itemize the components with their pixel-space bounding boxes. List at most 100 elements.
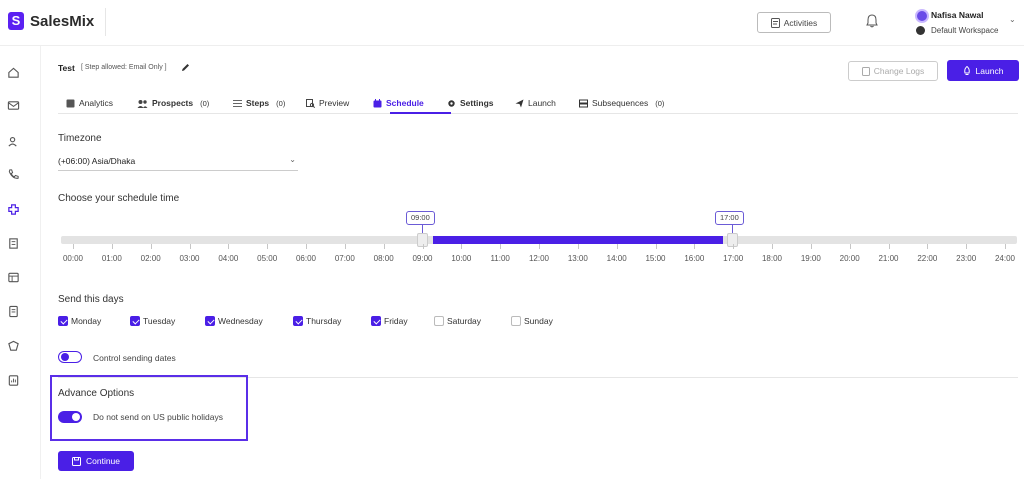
day-checkbox-monday[interactable]: Monday [58,316,101,326]
activities-icon [770,17,780,28]
checkbox[interactable] [511,316,521,326]
gear-icon [448,99,455,107]
list-icon [233,99,242,107]
end-time-tooltip: 17:00 [715,211,744,225]
day-checkbox-friday[interactable]: Friday [371,316,408,326]
hour-tick [733,244,735,249]
tab-schedule[interactable]: Schedule [373,96,424,110]
reports-icon[interactable] [6,373,20,387]
schedule-time-slider[interactable]: 09:00 17:00 [61,211,1017,247]
checkbox[interactable] [58,316,68,326]
logo-mark-icon: S [8,12,24,30]
divider [105,8,106,36]
timezone-value: (+06:00) Asia/Dhaka [58,156,136,166]
tab-settings[interactable]: Settings [447,96,494,110]
hour-tick [150,244,152,249]
user-name: Nafisa Nawal [931,10,984,20]
timezone-label: Timezone [58,133,102,144]
day-checkbox-saturday[interactable]: Saturday [434,316,481,326]
hour-label: 15:00 [645,254,666,263]
timezone-select[interactable]: (+06:00) Asia/Dhaka ⌄ [58,153,298,171]
integrations-icon[interactable] [6,202,20,216]
day-checkbox-thursday[interactable]: Thursday [293,316,341,326]
building-icon[interactable] [6,236,20,250]
app-logo[interactable]: S SalesMix [8,12,94,30]
hour-tick [422,244,424,249]
tab-label: Preview [319,98,350,108]
activities-button[interactable]: Activities [757,12,831,33]
stack-icon [579,99,588,107]
hour-label: 21:00 [878,254,899,263]
checkbox[interactable] [371,316,381,326]
change-logs-label: Change Logs [873,66,925,76]
hour-labels: 00:00 01:00 02:00 03:00 04:00 05:00 06:00 07:00… [61,254,1017,266]
checkbox[interactable] [130,316,140,326]
hour-tick [577,244,579,249]
tab-prospects[interactable]: Prospects (0) [137,96,209,110]
hour-tick [849,244,851,249]
rocket-icon [963,65,970,75]
hour-tick [694,244,696,249]
day-label: Saturday [447,316,482,326]
hour-label: 19:00 [800,254,821,263]
tab-count: (0) [276,98,286,108]
checkbox[interactable] [434,316,444,326]
hour-label: 14:00 [606,254,627,263]
home-icon[interactable] [6,65,20,79]
continue-label: Continue [85,456,121,466]
hour-tick [111,244,113,249]
hour-tick [966,244,968,249]
contacts-icon[interactable] [6,134,20,148]
hour-label: 06:00 [295,254,317,263]
control-dates-toggle[interactable] [58,351,82,363]
hour-label: 04:00 [218,254,239,263]
day-checkbox-tuesday[interactable]: Tuesday [130,316,175,326]
hour-tick [267,244,269,249]
tab-label: Schedule [386,98,424,108]
tab-label: Launch [528,98,556,108]
hour-tick [655,244,657,249]
change-logs-button[interactable]: Change Logs [848,61,938,81]
start-time-tooltip: 09:00 [406,211,435,225]
selected-range [433,236,723,244]
day-checkbox-sunday[interactable]: Sunday [511,316,553,326]
send-days-label: Send this days [58,294,124,305]
hour-label: 07:00 [334,254,355,263]
tab-analytics[interactable]: Analytics [66,96,113,110]
hour-label: 12:00 [528,254,550,263]
us-holidays-label: Do not send on US public holidays [93,412,223,422]
chevron-down-icon: ⌄ [1009,15,1016,24]
tab-preview[interactable]: Preview [306,96,349,110]
hour-label: 24:00 [994,254,1016,263]
advance-options-highlight [50,375,248,441]
hour-tick [927,244,929,249]
hour-tick [810,244,812,249]
templates-icon[interactable] [6,270,20,284]
day-label: Tuesday [143,316,176,326]
continue-button[interactable]: Continue [58,451,134,471]
sidebar [0,46,25,479]
users-icon [137,99,148,108]
launch-button[interactable]: Launch [947,60,1019,81]
tab-subsequences[interactable]: Subsequences (0) [579,96,664,110]
phone-icon[interactable] [6,167,20,181]
mail-icon[interactable] [6,98,20,112]
tab-steps[interactable]: Steps (0) [233,96,285,110]
notification-bell-icon[interactable] [866,14,878,28]
hour-tick [888,244,890,249]
control-dates-label: Control sending dates [93,353,176,363]
us-holidays-toggle[interactable] [58,411,82,423]
hour-label: 00:00 [62,254,84,263]
day-label: Wednesday [218,316,263,326]
day-checkbox-wednesday[interactable]: Wednesday [205,316,263,326]
notes-icon[interactable] [6,304,20,318]
checkbox[interactable] [293,316,303,326]
shield-icon[interactable] [6,339,20,353]
hour-tick [306,244,307,249]
hour-tick [539,244,540,249]
tab-launch[interactable]: Launch [515,96,556,110]
checkbox[interactable] [205,316,215,326]
edit-pencil-icon[interactable] [181,63,190,72]
hour-tick [500,244,502,249]
hour-tick [228,244,230,249]
